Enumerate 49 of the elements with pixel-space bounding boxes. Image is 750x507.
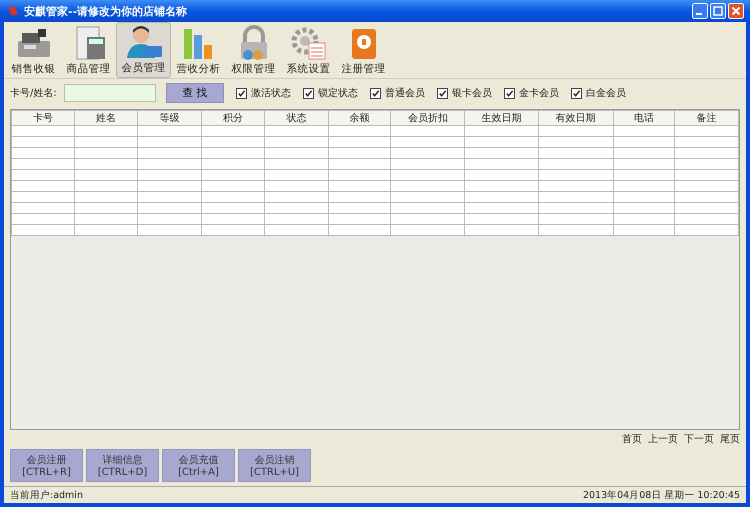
search-field[interactable] (64, 84, 156, 102)
column-header[interactable]: 会员折扣 (390, 110, 465, 126)
filter-checkbox[interactable]: 锁定状态 (303, 86, 358, 100)
checkbox-box[interactable] (504, 88, 515, 98)
search-button[interactable]: 查 找 (166, 83, 224, 103)
toolbar-button[interactable]: 系统设置 (281, 22, 336, 78)
close-button[interactable] (728, 3, 744, 19)
column-header[interactable]: 状态 (264, 110, 328, 126)
action-button[interactable]: 会员注销 [CTRL+U] (238, 449, 311, 482)
filter-checkbox[interactable]: 激活状态 (236, 86, 291, 100)
toolbar-button[interactable]: 销售收银 (6, 22, 61, 78)
toolbar-button[interactable]: 商品管理 (61, 22, 116, 78)
filter-checkbox[interactable]: 金卡会员 (504, 86, 559, 100)
action-button[interactable]: 会员充值 [Ctrl+A] (162, 449, 235, 482)
date-time: 2013年04月08日 星期一 10:20:45 (582, 488, 740, 502)
gear-icon (288, 25, 328, 61)
column-header[interactable]: 余额 (328, 110, 391, 126)
pager-link[interactable]: 首页 (622, 432, 642, 446)
current-user: 当前用户:admin (10, 488, 83, 502)
toolbar-button[interactable]: 营收分析 (171, 22, 226, 78)
filter-checkbox[interactable]: 白金会员 (571, 86, 626, 100)
maximize-button[interactable] (710, 3, 726, 19)
search-label: 卡号/姓名: (10, 86, 58, 100)
toolbar-button[interactable]: 注册管理 (336, 22, 391, 78)
column-header[interactable]: 姓名 (74, 110, 138, 126)
pager-link[interactable]: 上一页 (648, 432, 678, 446)
column-header[interactable]: 等级 (138, 110, 202, 126)
app-icon (6, 4, 20, 18)
checkbox-box[interactable] (571, 88, 582, 98)
checkbox-box[interactable] (437, 88, 448, 98)
checkbox-box[interactable] (370, 88, 381, 98)
window-title: 安麒管家--请修改为你的店铺名称 (24, 4, 188, 18)
minimize-button[interactable] (692, 3, 708, 19)
filter-checkbox[interactable]: 银卡会员 (437, 86, 492, 100)
column-header[interactable]: 备注 (674, 110, 738, 126)
checkbox-box[interactable] (303, 88, 314, 98)
pager-link[interactable]: 下一页 (684, 432, 714, 446)
action-button[interactable]: 详细信息 [CTRL+D] (86, 449, 159, 482)
checkbox-box[interactable] (236, 88, 247, 98)
pager-link[interactable]: 尾页 (720, 432, 740, 446)
column-header[interactable]: 有效日期 (538, 110, 614, 126)
column-header[interactable]: 卡号 (12, 110, 74, 126)
action-button[interactable]: 会员注册 [CTRL+R] (10, 449, 83, 482)
toolbar-button[interactable]: 会员管理 (116, 22, 171, 78)
column-header[interactable]: 电话 (613, 110, 675, 126)
column-header[interactable]: 积分 (201, 110, 265, 126)
toolbar-button[interactable]: 权限管理 (226, 22, 281, 78)
filter-checkbox[interactable]: 普通会员 (370, 86, 425, 100)
column-header[interactable]: 生效日期 (464, 110, 538, 126)
